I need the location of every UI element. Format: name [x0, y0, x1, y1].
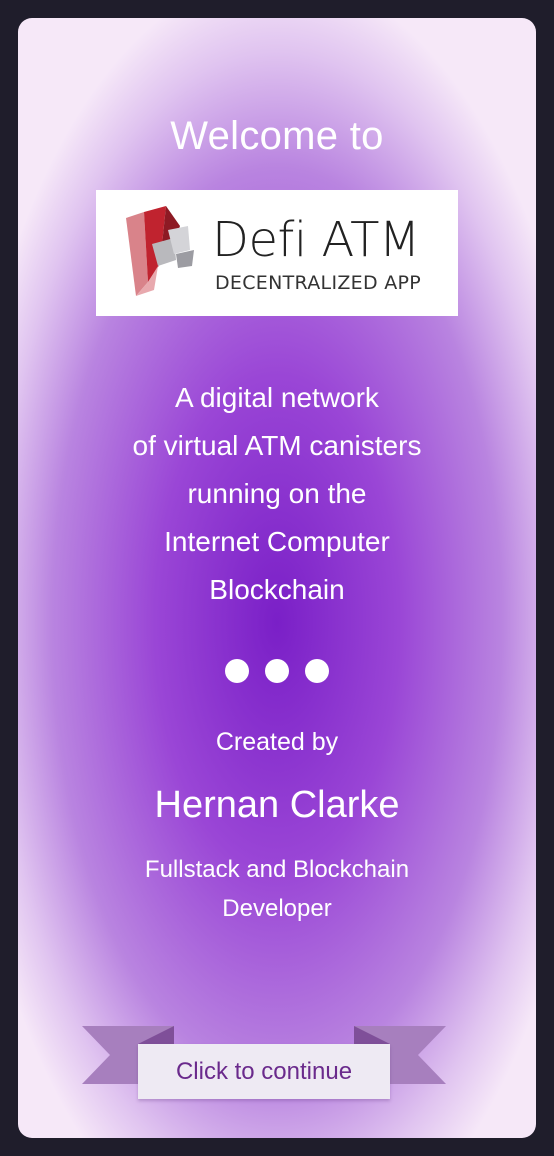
description-line: of virtual ATM canisters: [132, 430, 422, 461]
logo-panel: Defi ATM DECENTRALIZED APP: [96, 190, 458, 316]
continue-button[interactable]: Click to continue: [138, 1044, 390, 1099]
description-line: Internet Computer: [164, 526, 390, 557]
description-line: A digital network: [175, 382, 379, 413]
logo-name: Defi ATM: [212, 212, 420, 268]
author-role-line: Developer: [222, 895, 332, 922]
author-role: Fullstack and Blockchain Developer: [98, 850, 456, 928]
logo-subtitle: DECENTRALIZED APP: [215, 272, 422, 294]
description-line: running on the: [187, 478, 367, 509]
dot-icon: [305, 659, 329, 683]
app-description: A digital network of virtual ATM caniste…: [58, 374, 496, 614]
ellipsis-dots-icon: [18, 659, 536, 683]
author-name: Hernan Clarke: [154, 784, 400, 826]
welcome-card: Welcome to Defi ATM DECENTRALIZED APP A …: [18, 18, 536, 1138]
defi-atm-logo-icon: [126, 206, 194, 296]
author-role-line: Fullstack and Blockchain: [144, 856, 410, 883]
dot-icon: [265, 659, 289, 683]
dot-icon: [225, 659, 249, 683]
description-line: Blockchain: [209, 574, 345, 605]
welcome-title: Welcome to: [170, 114, 384, 158]
created-by-label: Created by: [215, 728, 339, 756]
